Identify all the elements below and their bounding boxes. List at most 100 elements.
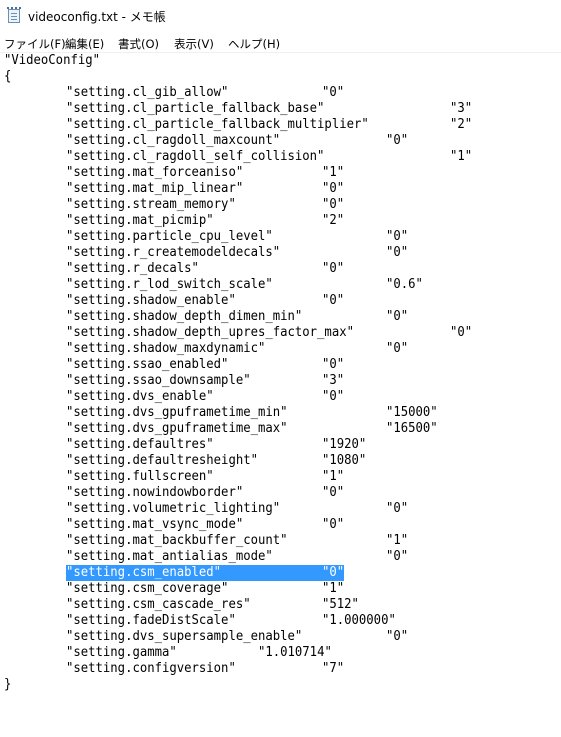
setting-key: "setting.cl_particle_fallback_multiplier… <box>66 117 369 132</box>
close-brace: } <box>4 677 12 692</box>
setting-line: "setting.r_lod_switch_scale" "0.6" <box>0 277 561 293</box>
setting-line: "setting.ssao_enabled" "0" <box>0 357 561 373</box>
setting-value: "0" <box>322 389 345 404</box>
setting-value: "0" <box>386 133 409 148</box>
setting-key: "setting.fadeDistScale" <box>66 613 236 628</box>
setting-value: "1.010714" <box>258 645 332 660</box>
setting-value: "0" <box>322 293 345 308</box>
setting-line: "setting.mat_vsync_mode" "0" <box>0 517 561 533</box>
menu-format[interactable]: 書式(O) <box>118 36 159 52</box>
setting-key: "setting.cl_gib_allow" <box>66 85 229 100</box>
menu-help[interactable]: ヘルプ(H) <box>228 36 280 52</box>
setting-line: "setting.defaultres" "1920" <box>0 437 561 453</box>
open-brace: { <box>4 69 12 84</box>
setting-value: "0" <box>322 261 345 276</box>
setting-key: "setting.nowindowborder" <box>66 485 244 500</box>
document-header: "VideoConfig" <box>4 53 100 68</box>
setting-line: "setting.r_decals" "0" <box>0 261 561 277</box>
setting-key: "setting.csm_cascade_res" <box>66 597 251 612</box>
setting-value: "0" <box>386 229 409 244</box>
setting-key: "setting.csm_coverage" <box>66 581 229 596</box>
setting-key: "setting.defaultresheight" <box>66 453 258 468</box>
setting-key: "setting.r_lod_switch_scale" <box>66 277 273 292</box>
setting-line: "setting.fullscreen" "1" <box>0 469 561 485</box>
setting-line: "setting.cl_gib_allow" "0" <box>0 85 561 101</box>
setting-value: "3" <box>450 101 473 116</box>
setting-value: "15000" <box>386 405 438 420</box>
setting-line: "setting.dvs_enable" "0" <box>0 389 561 405</box>
setting-line: "setting.cl_ragdoll_self_collision" "1" <box>0 149 561 165</box>
setting-value: "7" <box>322 661 345 676</box>
setting-line: "setting.csm_coverage" "1" <box>0 581 561 597</box>
setting-key: "setting.r_createmodeldecals" <box>66 245 281 260</box>
setting-value: "0" <box>386 629 409 644</box>
setting-line: "setting.shadow_enable" "0" <box>0 293 561 309</box>
menu-bar: ファイル(F) 編集(E) 書式(O) 表示(V) ヘルプ(H) <box>0 32 561 53</box>
setting-key: "setting.dvs_gpuframetime_min" <box>66 405 288 420</box>
setting-key: "setting.mat_forceaniso" <box>66 165 244 180</box>
setting-value: "2" <box>450 117 473 132</box>
setting-key: "setting.dvs_supersample_enable" <box>66 629 303 644</box>
setting-key: "setting.cl_ragdoll_maxcount" <box>66 133 281 148</box>
setting-key: "setting.ssao_enabled" <box>66 357 229 372</box>
setting-key: "setting.gamma" <box>66 645 177 660</box>
setting-line: "setting.stream_memory" "0" <box>0 197 561 213</box>
setting-key: "setting.stream_memory" <box>66 197 236 212</box>
text-editor-area[interactable]: "VideoConfig" { "setting.cl_gib_allow" "0… <box>0 53 561 737</box>
setting-value: "1920" <box>322 437 367 452</box>
setting-value: "0" <box>386 309 409 324</box>
setting-line: "setting.cl_particle_fallback_base" "3" <box>0 101 561 117</box>
setting-key: "setting.shadow_depth_upres_factor_max" <box>66 325 354 340</box>
setting-value: "1.000000" <box>322 613 396 628</box>
setting-key: "setting.r_decals" <box>66 261 199 276</box>
setting-key: "setting.shadow_maxdynamic" <box>66 341 266 356</box>
setting-value: "0" <box>450 325 473 340</box>
setting-line: "setting.cl_ragdoll_maxcount" "0" <box>0 133 561 149</box>
menu-edit[interactable]: 編集(E) <box>65 36 104 52</box>
setting-key: "setting.shadow_depth_dimen_min" <box>66 309 303 324</box>
setting-value: "0" <box>322 181 345 196</box>
setting-key: "setting.ssao_downsample" <box>66 373 251 388</box>
menu-view[interactable]: 表示(V) <box>174 36 214 52</box>
setting-value: "0" <box>386 549 409 564</box>
setting-key: "setting.particle_cpu_level" <box>66 229 273 244</box>
setting-line: "setting.particle_cpu_level" "0" <box>0 229 561 245</box>
title-bar: videoconfig.txt - メモ帳 <box>0 0 561 32</box>
setting-value: "512" <box>322 597 359 612</box>
setting-line: "setting.gamma" "1.010714" <box>0 645 561 661</box>
setting-value: "0" <box>322 197 345 212</box>
setting-value: "0" <box>322 357 345 372</box>
setting-key: "setting.cl_particle_fallback_base" <box>66 101 325 116</box>
setting-line: "setting.volumetric_lighting" "0" <box>0 501 561 517</box>
setting-key: "setting.mat_picmip" <box>66 213 214 228</box>
setting-value: "1" <box>322 469 345 484</box>
setting-line: "setting.mat_backbuffer_count" "1" <box>0 533 561 549</box>
setting-line: "setting.mat_picmip" "2" <box>0 213 561 229</box>
setting-line: "setting.shadow_depth_upres_factor_max" "… <box>0 325 561 341</box>
setting-line: "setting.mat_mip_linear" "0" <box>0 181 561 197</box>
setting-value: "1" <box>322 581 345 596</box>
setting-value: "3" <box>322 373 345 388</box>
setting-value: "0" <box>322 565 345 580</box>
setting-key: "setting.mat_backbuffer_count" <box>66 533 288 548</box>
setting-key: "setting.shadow_enable" <box>66 293 236 308</box>
setting-key: "setting.mat_vsync_mode" <box>66 517 244 532</box>
setting-key: "setting.defaultres" <box>66 437 214 452</box>
setting-line: "setting.ssao_downsample" "3" <box>0 373 561 389</box>
setting-key: "setting.dvs_enable" <box>66 389 214 404</box>
menu-file[interactable]: ファイル(F) <box>4 36 66 52</box>
setting-key: "setting.mat_mip_linear" <box>66 181 244 196</box>
setting-line: "setting.csm_cascade_res" "512" <box>0 597 561 613</box>
setting-value: "0" <box>386 245 409 260</box>
setting-value: "0" <box>386 341 409 356</box>
setting-line: "setting.defaultresheight" "1080" <box>0 453 561 469</box>
setting-line: "setting.cl_particle_fallback_multiplier… <box>0 117 561 133</box>
setting-line-selected: "setting.csm_enabled" "0" <box>0 565 561 581</box>
setting-value: "0.6" <box>386 277 423 292</box>
setting-value: "1" <box>386 533 409 548</box>
setting-key: "setting.csm_enabled" <box>66 565 222 580</box>
setting-key: "setting.configversion" <box>66 661 236 676</box>
setting-value: "0" <box>322 85 345 100</box>
setting-key: "setting.dvs_gpuframetime_max" <box>66 421 288 436</box>
setting-line: "setting.shadow_depth_dimen_min" "0" <box>0 309 561 325</box>
